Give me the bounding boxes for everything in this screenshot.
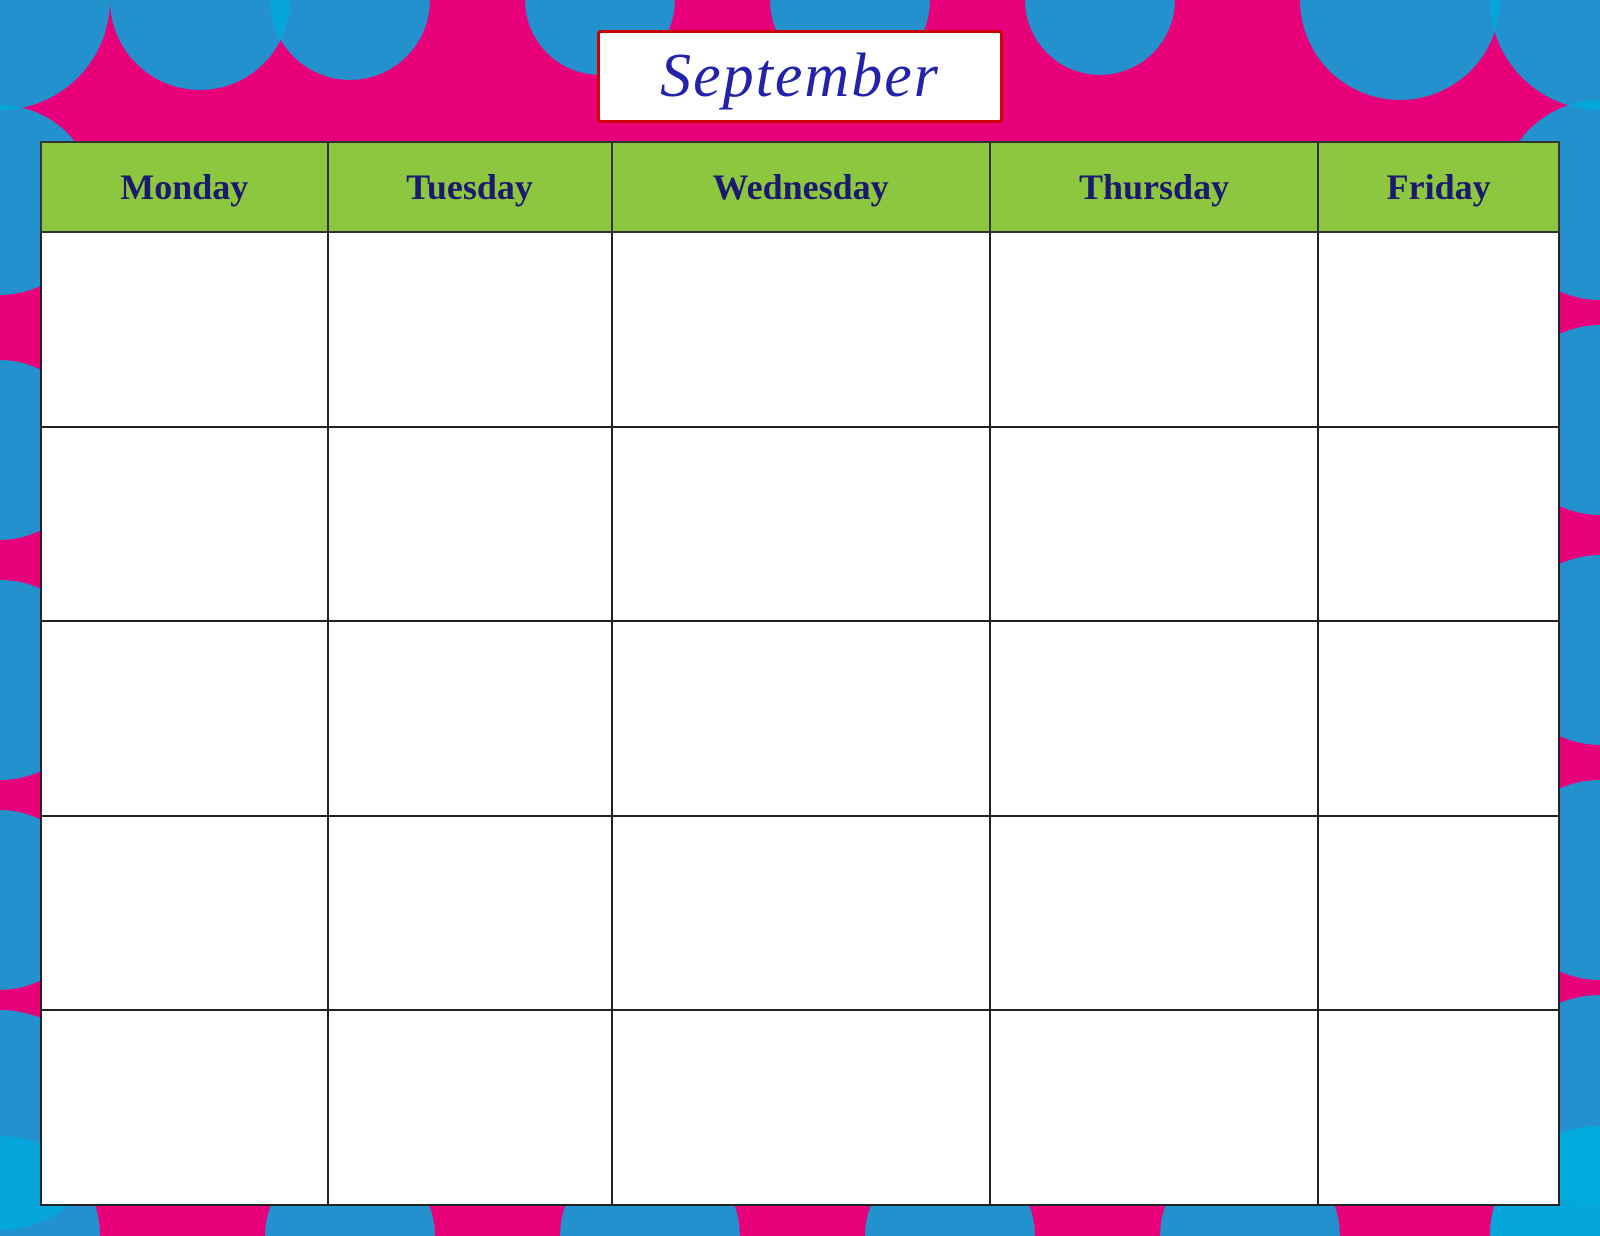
week3-wednesday[interactable] — [612, 621, 990, 816]
month-title-container: September — [597, 30, 1003, 123]
week4-tuesday[interactable] — [328, 816, 612, 1011]
week3-tuesday[interactable] — [328, 621, 612, 816]
week1-monday[interactable] — [41, 232, 328, 427]
week1-thursday[interactable] — [990, 232, 1319, 427]
week3-monday[interactable] — [41, 621, 328, 816]
calendar-week-5 — [41, 1010, 1559, 1205]
calendar-week-2 — [41, 427, 1559, 622]
header-wednesday: Wednesday — [612, 142, 990, 232]
header-tuesday: Tuesday — [328, 142, 612, 232]
week5-friday[interactable] — [1318, 1010, 1559, 1205]
header-thursday: Thursday — [990, 142, 1319, 232]
week4-wednesday[interactable] — [612, 816, 990, 1011]
calendar-header-row: Monday Tuesday Wednesday Thursday Friday — [41, 142, 1559, 232]
calendar-week-3 — [41, 621, 1559, 816]
header-friday: Friday — [1318, 142, 1559, 232]
week4-thursday[interactable] — [990, 816, 1319, 1011]
week2-tuesday[interactable] — [328, 427, 612, 622]
month-title: September — [660, 42, 940, 110]
week4-friday[interactable] — [1318, 816, 1559, 1011]
week2-friday[interactable] — [1318, 427, 1559, 622]
week2-thursday[interactable] — [990, 427, 1319, 622]
week3-thursday[interactable] — [990, 621, 1319, 816]
week2-wednesday[interactable] — [612, 427, 990, 622]
week1-wednesday[interactable] — [612, 232, 990, 427]
week1-friday[interactable] — [1318, 232, 1559, 427]
week4-monday[interactable] — [41, 816, 328, 1011]
calendar-week-4 — [41, 816, 1559, 1011]
calendar-week-1 — [41, 232, 1559, 427]
week3-friday[interactable] — [1318, 621, 1559, 816]
header-monday: Monday — [41, 142, 328, 232]
calendar-table: Monday Tuesday Wednesday Thursday Friday — [40, 141, 1560, 1206]
week5-tuesday[interactable] — [328, 1010, 612, 1205]
week5-monday[interactable] — [41, 1010, 328, 1205]
week5-thursday[interactable] — [990, 1010, 1319, 1205]
week1-tuesday[interactable] — [328, 232, 612, 427]
week5-wednesday[interactable] — [612, 1010, 990, 1205]
week2-monday[interactable] — [41, 427, 328, 622]
